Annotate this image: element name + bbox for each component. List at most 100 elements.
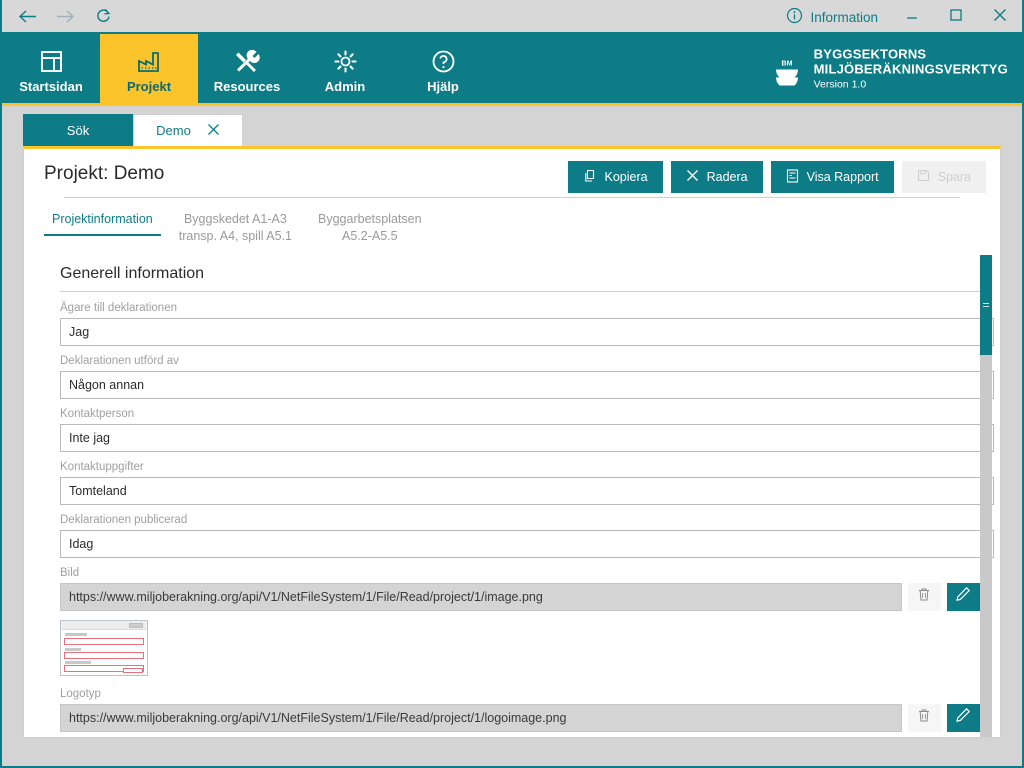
field-label: Ägare till deklarationen [60,301,177,314]
field-label: Kontaktuppgifter [60,460,144,473]
thumb-corner-button [129,622,143,628]
dashboard-icon [39,48,64,76]
form-scroll-area: Generell information Ägare till deklarat… [24,251,1000,737]
trash-icon [917,587,931,607]
bild-file-row: https://www.miljoberakning.org/api/V1/Ne… [60,582,980,611]
title-bar: Information [2,0,1022,34]
agare-input[interactable]: Jag [60,317,994,346]
field-kontaktperson: Kontaktperson Inte jag [24,408,1000,452]
content-panel: Projekt: Demo Kopiera Radera Visa Rappor… [23,146,1001,738]
arrow-right-icon [56,9,75,24]
publicerad-input[interactable]: Idag [60,529,994,558]
bild-thumbnail-preview[interactable] [60,619,148,676]
brand-version: Version 1.0 [813,78,867,91]
nav-item-admin[interactable]: Admin [296,34,394,103]
nav-item-startsidan[interactable]: Startsidan [2,34,100,103]
question-circle-icon [431,48,456,76]
spara-label: Spara [937,170,971,184]
forward-button[interactable] [48,1,82,31]
thumb-label [65,647,81,651]
svg-text:BM: BM [781,61,792,68]
window-bottom-strip [2,758,1022,766]
nav-item-resources[interactable]: Resources [198,34,296,103]
information-button[interactable]: Information [774,0,890,34]
field-label: Deklarationen utförd av [60,354,179,367]
field-label: Bild [60,566,80,579]
field-bild: Bild https://www.miljoberakning.org/api/… [24,567,1000,611]
logotyp-delete-button[interactable] [907,703,941,732]
info-circle-icon [786,7,803,27]
document-tab-label: Sök [66,122,90,138]
kontaktperson-input[interactable]: Inte jag [60,423,994,452]
vertical-scrollbar-thumb[interactable] [980,254,992,355]
nav-item-projekt[interactable]: Projekt [100,34,198,103]
thumb-submit-button [123,667,143,673]
vertical-scrollbar-track[interactable] [980,254,992,737]
nav-label-startsidan: Startsidan [19,78,83,94]
field-agare-till-deklarationen: Ägare till deklarationen Jag [24,302,1000,346]
brand-line-2: MILJÖBERÄKNINGSVERKTYG [813,61,1008,77]
brand-block: BM BYGGSEKTORNS MILJÖBERÄKNINGSVERKTYG V… [772,46,1008,91]
field-deklarationen-publicerad: Deklarationen publicerad Idag [24,514,1000,558]
logotyp-url-input[interactable]: https://www.miljoberakning.org/api/V1/Ne… [60,703,902,732]
field-deklarationen-utford-av: Deklarationen utförd av Någon annan [24,355,1000,399]
nav-label-projekt: Projekt [126,78,172,94]
kopiera-button[interactable]: Kopiera [567,161,663,193]
close-icon [686,169,699,185]
document-tab-demo[interactable]: Demo [133,114,243,146]
thumb-label [65,660,91,664]
kopiera-label: Kopiera [604,170,648,184]
visa-rapport-button[interactable]: Visa Rapport [770,161,894,193]
refresh-button[interactable] [86,1,120,31]
utford-av-input[interactable]: Någon annan [60,370,994,399]
nav-item-hjalp[interactable]: Hjälp [394,34,492,103]
grip-lines-icon [983,301,989,309]
visa-rapport-label: Visa Rapport [806,170,879,184]
radera-button[interactable]: Radera [670,161,763,193]
sub-tab-byggskedet[interactable]: Byggskedet A1-A3 transp. A4, spill A5.1 [171,209,300,251]
pencil-icon [955,586,971,607]
arrow-left-icon [18,9,37,24]
titlebar-right-group: Information [774,0,1022,34]
section-title: Generell information [60,264,205,282]
browser-nav-buttons [2,1,120,31]
logotyp-edit-button[interactable] [946,703,980,732]
back-button[interactable] [10,1,44,31]
panel-header: Projekt: Demo Kopiera Radera Visa Rappor… [24,149,1000,199]
field-kontaktuppgifter: Kontaktuppgifter Tomteland [24,461,1000,505]
brand-line-1: BYGGSEKTORNS [813,45,927,61]
sub-tab-projektinformation[interactable]: Projektinformation [44,209,161,236]
thumb-label [65,632,87,636]
field-label: Kontaktperson [60,407,135,420]
bild-delete-button[interactable] [907,582,941,611]
bild-url-input[interactable]: https://www.miljoberakning.org/api/V1/Ne… [60,582,902,611]
tab-close-icon[interactable] [207,123,220,139]
spara-button[interactable]: Spara [901,161,986,193]
nav-label-resources: Resources [213,78,281,94]
minimize-icon [904,8,920,26]
bild-edit-button[interactable] [946,582,980,611]
thumb-input-1 [64,637,144,645]
tools-icon [235,48,260,76]
document-tab-strip: Sök Demo [2,114,1022,146]
section-divider [60,290,984,292]
radera-label: Radera [706,170,748,184]
save-icon [917,169,930,185]
maximize-icon [948,7,964,28]
minimize-button[interactable] [890,0,934,34]
main-navigation: Startsidan Projekt Resources Admin Hjälp… [2,34,1022,106]
close-button[interactable] [978,0,1022,34]
field-logotyp: Logotyp https://www.miljoberakning.org/a… [24,688,1000,732]
sub-tab-byggarbetsplatsen[interactable]: Byggarbetsplatsen A5.2-A5.5 [310,209,430,251]
sub-tab-bar: Projektinformation Byggskedet A1-A3 tran… [24,199,1000,251]
panel-divider [64,197,960,198]
refresh-icon [95,8,112,25]
trash-icon [917,708,931,728]
thumb-input-2 [64,651,144,659]
kontaktuppgifter-input[interactable]: Tomteland [60,476,994,505]
document-tab-sok[interactable]: Sök [23,114,133,146]
application-window: Information Startsidan Projekt Resources… [0,0,1024,768]
maximize-button[interactable] [934,0,978,34]
document-tab-label: Demo [156,123,191,138]
information-label: Information [810,9,878,25]
